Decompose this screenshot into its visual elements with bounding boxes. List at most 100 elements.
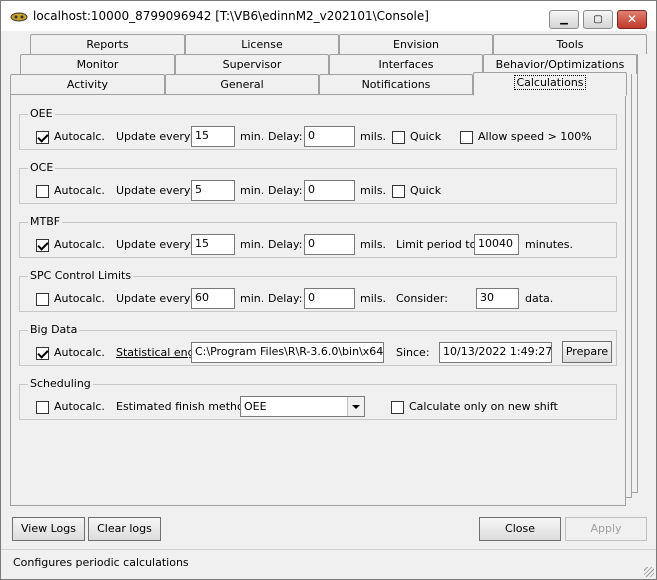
minimize-icon: ▁ [560, 14, 568, 25]
autocalc-label: Autocalc. [54, 130, 105, 143]
oee-quick-checkbox[interactable] [392, 131, 405, 144]
spc-update-input[interactable]: 60 [191, 288, 235, 309]
update-every-label: Update every: [116, 292, 194, 305]
minimize-button[interactable]: ▁ [549, 10, 579, 29]
oee-group: OEE Autocalc. Update every: 15 min. Dela… [19, 107, 617, 150]
limit-period-label: Limit period to: [396, 238, 481, 251]
delay-label: Delay: [268, 184, 303, 197]
estimated-finish-select[interactable]: OEE [240, 396, 365, 417]
update-every-label: Update every: [116, 184, 194, 197]
statistical-engine-input[interactable]: C:\Program Files\R\R-3.6.0\bin\x64 [191, 342, 384, 363]
estimated-finish-label: Estimated finish method: [116, 400, 255, 413]
oee-update-input[interactable]: 15 [191, 126, 235, 147]
oce-delay-input[interactable]: 0 [304, 180, 355, 201]
mils-label: mils. [360, 238, 387, 251]
scheduling-autocalc-checkbox[interactable] [36, 401, 49, 414]
mtbf-delay-input[interactable]: 0 [304, 234, 355, 255]
mils-label: mils. [360, 292, 387, 305]
oee-autocalc-checkbox[interactable] [36, 131, 49, 144]
data-label: data. [525, 292, 554, 305]
autocalc-label: Autocalc. [54, 400, 105, 413]
group-title: OCE [28, 161, 56, 174]
prepare-button[interactable]: Prepare [562, 341, 612, 363]
tab-behavior-optimizations[interactable]: Behavior/Optimizations [483, 54, 637, 74]
tab-envision[interactable]: Envision [339, 34, 493, 54]
spc-group: SPC Control Limits Autocalc. Update ever… [19, 269, 617, 312]
title-bar: localhost:10000_8799096942 [T:\VB6\edinn… [1, 1, 656, 31]
allow-speed-label: Allow speed > 100% [478, 130, 592, 143]
scheduling-group: Scheduling Autocalc. Estimated finish me… [19, 377, 617, 420]
oee-delay-input[interactable]: 0 [304, 126, 355, 147]
group-title: MTBF [28, 215, 63, 228]
mtbf-autocalc-checkbox[interactable] [36, 239, 49, 252]
tab-tools[interactable]: Tools [493, 34, 647, 54]
maximize-icon: ▢ [593, 14, 603, 25]
since-input[interactable]: 10/13/2022 1:49:27 PI [439, 342, 552, 363]
bigdata-group: Big Data Autocalc. Statistical eng.: C:\… [19, 323, 617, 366]
view-logs-button[interactable]: View Logs [12, 517, 85, 541]
main-window: localhost:10000_8799096942 [T:\VB6\edinn… [0, 0, 657, 580]
app-icon [10, 12, 28, 22]
tab-calculations[interactable]: Calculations [473, 72, 627, 96]
since-label: Since: [396, 346, 430, 359]
oce-group: OCE Autocalc. Update every: 5 min. Delay… [19, 161, 617, 204]
oce-update-input[interactable]: 5 [191, 180, 235, 201]
window-title: localhost:10000_8799096942 [T:\VB6\edinn… [33, 9, 429, 23]
quick-label: Quick [410, 184, 442, 197]
calculations-panel: OEE Autocalc. Update every: 15 min. Dela… [10, 94, 626, 506]
tab-general[interactable]: General [165, 74, 319, 94]
autocalc-label: Autocalc. [54, 346, 105, 359]
apply-button[interactable]: Apply [565, 517, 647, 541]
update-every-label: Update every: [116, 130, 194, 143]
oee-allow-speed-checkbox[interactable] [460, 131, 473, 144]
minutes-label: minutes. [525, 238, 574, 251]
new-shift-checkbox[interactable] [391, 401, 404, 414]
bigdata-autocalc-checkbox[interactable] [36, 347, 49, 360]
oce-autocalc-checkbox[interactable] [36, 185, 49, 198]
min-label: min. [240, 292, 265, 305]
min-label: min. [240, 238, 265, 251]
close-icon: ✕ [626, 12, 638, 26]
maximize-button[interactable]: ▢ [583, 10, 613, 29]
delay-label: Delay: [268, 292, 303, 305]
group-title: SPC Control Limits [28, 269, 134, 282]
statistical-engine-label: Statistical eng.: [116, 346, 202, 359]
tab-license[interactable]: License [185, 34, 339, 54]
mtbf-limit-input[interactable]: 10040 [474, 234, 519, 255]
delay-label: Delay: [268, 130, 303, 143]
mils-label: mils. [360, 184, 387, 197]
tab-activity[interactable]: Activity [10, 74, 165, 94]
group-title: Big Data [28, 323, 80, 336]
chevron-down-icon[interactable] [347, 397, 364, 416]
spc-delay-input[interactable]: 0 [304, 288, 355, 309]
clear-logs-button[interactable]: Clear logs [88, 517, 161, 541]
update-every-label: Update every: [116, 238, 194, 251]
mils-label: mils. [360, 130, 387, 143]
tab-interfaces[interactable]: Interfaces [329, 54, 483, 74]
delay-label: Delay: [268, 238, 303, 251]
tab-notifications[interactable]: Notifications [319, 74, 473, 94]
status-bar: Configures periodic calculations [1, 549, 656, 579]
min-label: min. [240, 184, 265, 197]
group-title: OEE [28, 107, 55, 120]
close-window-button[interactable]: ✕ [617, 10, 647, 29]
consider-label: Consider: [396, 292, 448, 305]
group-title: Scheduling [28, 377, 93, 390]
spc-autocalc-checkbox[interactable] [36, 293, 49, 306]
mtbf-group: MTBF Autocalc. Update every: 15 min. Del… [19, 215, 617, 258]
tab-supervisor[interactable]: Supervisor [175, 54, 329, 74]
min-label: min. [240, 130, 265, 143]
resize-grip-icon[interactable] [644, 567, 654, 577]
tab-monitor[interactable]: Monitor [20, 54, 175, 74]
mtbf-update-input[interactable]: 15 [191, 234, 235, 255]
autocalc-label: Autocalc. [54, 292, 105, 305]
autocalc-label: Autocalc. [54, 184, 105, 197]
spc-consider-input[interactable]: 30 [476, 288, 519, 309]
tab-reports[interactable]: Reports [30, 34, 185, 54]
oce-quick-checkbox[interactable] [392, 185, 405, 198]
status-text: Configures periodic calculations [13, 556, 189, 569]
close-button[interactable]: Close [479, 517, 561, 541]
quick-label: Quick [410, 130, 442, 143]
selected-value: OEE [244, 400, 267, 413]
new-shift-label: Calculate only on new shift [409, 400, 558, 413]
